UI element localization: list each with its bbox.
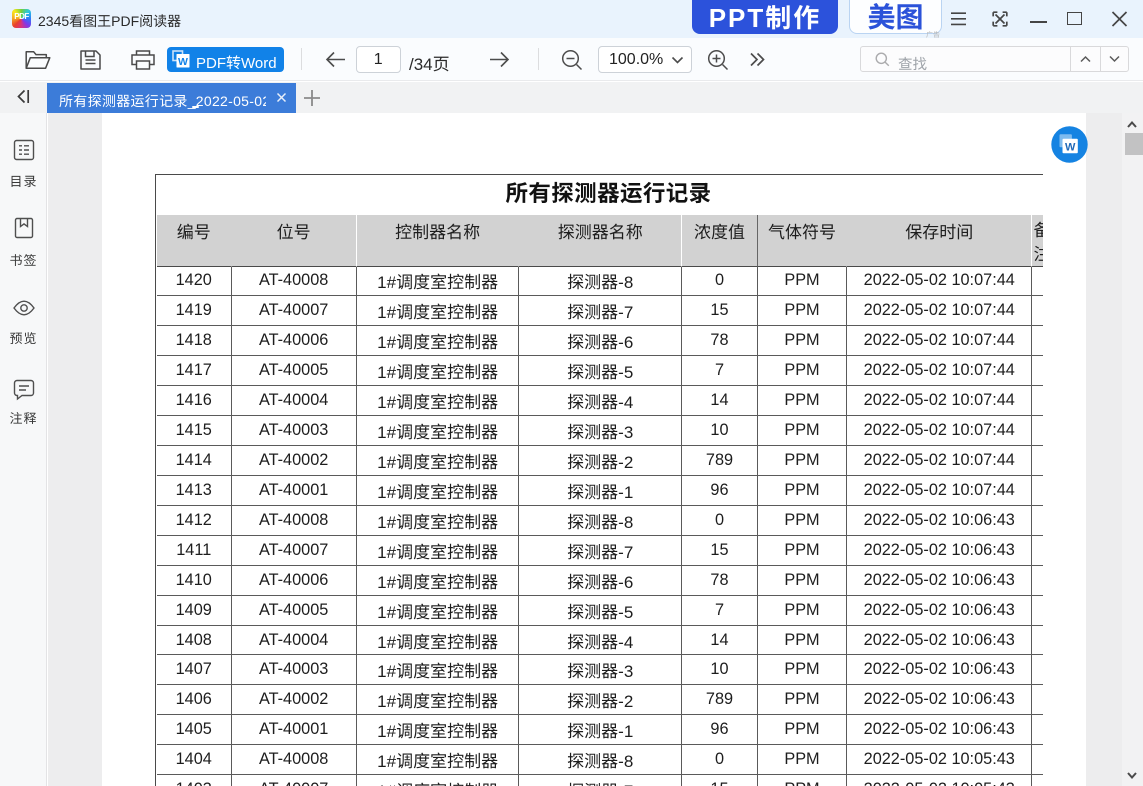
svg-text:W: W <box>178 56 188 68</box>
svg-text:W: W <box>1065 142 1076 154</box>
